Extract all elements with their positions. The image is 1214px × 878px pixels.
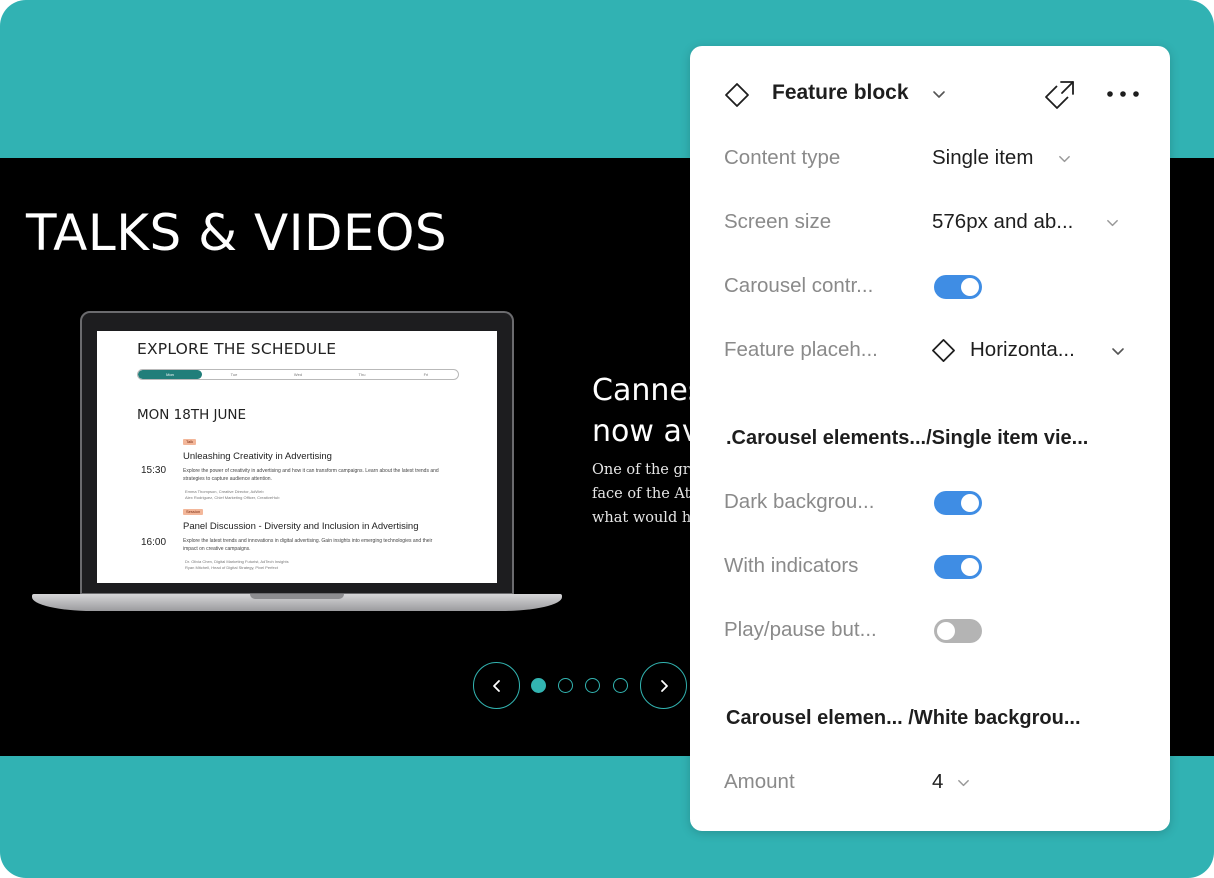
screen-size-select[interactable]: 576px and ab... <box>932 210 1073 234</box>
swap-instance-icon[interactable] <box>1044 79 1076 111</box>
diamond-icon <box>725 83 749 107</box>
session-tag: Talk <box>183 439 197 445</box>
tab-fri[interactable]: Fri <box>394 370 458 379</box>
laptop-screen: EXPLORE THE SCHEDULE Mon Tue Wed Thu Fri… <box>97 331 497 583</box>
play-pause-toggle[interactable] <box>934 619 982 643</box>
tab-tue[interactable]: Tue <box>202 370 266 379</box>
carousel-indicator-1[interactable] <box>531 678 546 693</box>
carousel-indicator-4[interactable] <box>613 678 628 693</box>
carousel-indicator-3[interactable] <box>585 678 600 693</box>
carousel-next-button[interactable] <box>640 662 687 709</box>
session-description: Explore the latest trends and innovation… <box>183 538 433 552</box>
session-speaker: Ryan Mitchell, Head of Digital Strategy,… <box>185 565 278 570</box>
schedule-title: EXPLORE THE SCHEDULE <box>137 340 337 358</box>
session-speaker: Alex Rodriguez, Chief Marketing Officer,… <box>185 495 280 500</box>
banner-title: TALKS & VIDEOS <box>26 204 448 262</box>
chevron-left-icon <box>492 679 500 692</box>
play-pause-label: Play/pause but... <box>724 618 877 641</box>
toggle-knob <box>937 622 955 640</box>
with-indicators-toggle[interactable] <box>934 555 982 579</box>
headline-line: now av <box>592 414 700 449</box>
with-indicators-label: With indicators <box>724 554 859 577</box>
carousel-prev-button[interactable] <box>473 662 520 709</box>
section-title: .Carousel elements.../Single item vie... <box>726 427 1089 449</box>
feature-placeholder-select[interactable]: Horizonta... <box>970 338 1075 362</box>
canvas-background: TALKS & VIDEOS EXPLORE THE SCHEDULE Mon … <box>0 0 1214 878</box>
tab-wed[interactable]: Wed <box>266 370 330 379</box>
feature-blurb: One of the gre face of the Atl what woul… <box>592 458 692 530</box>
more-horizontal-icon[interactable] <box>1106 90 1140 98</box>
screen-size-label: Screen size <box>724 210 832 233</box>
dark-background-toggle[interactable] <box>934 491 982 515</box>
dark-background-label: Dark backgrou... <box>724 490 875 513</box>
properties-panel: Feature block Content type Single item S… <box>690 46 1170 831</box>
chevron-down-icon[interactable] <box>932 88 946 102</box>
carousel-controls-label: Carousel contr... <box>724 274 874 297</box>
session-title: Unleashing Creativity in Advertising <box>183 451 332 462</box>
session-time: 15:30 <box>141 465 167 476</box>
chevron-down-icon[interactable] <box>957 777 970 790</box>
tab-thu[interactable]: Thu <box>330 370 394 379</box>
headline-line: Cannes <box>592 373 702 408</box>
laptop-notch <box>250 594 344 599</box>
amount-label: Amount <box>724 770 795 793</box>
schedule-day-tabs: Mon Tue Wed Thu Fri <box>137 369 459 380</box>
chevron-down-icon[interactable] <box>1106 217 1119 230</box>
carousel-indicator-2[interactable] <box>558 678 573 693</box>
session-description: Explore the power of creativity in adver… <box>183 468 439 482</box>
session-title: Panel Discussion - Diversity and Inclusi… <box>183 521 419 532</box>
toggle-knob <box>961 278 979 296</box>
session-time: 16:00 <box>141 537 167 548</box>
blurb-line: face of the Atl <box>592 486 692 502</box>
toggle-knob <box>961 494 979 512</box>
blurb-line: One of the gre <box>592 462 692 478</box>
feature-headline: Cannes now av <box>592 370 702 452</box>
section-title: Carousel elemen... /White backgrou... <box>726 707 1081 729</box>
diamond-icon <box>932 339 955 362</box>
schedule-day-heading: MON 18TH JUNE <box>137 407 247 423</box>
chevron-down-icon[interactable] <box>1111 345 1125 359</box>
tab-mon[interactable]: Mon <box>138 370 202 379</box>
content-type-label: Content type <box>724 146 841 169</box>
content-type-select[interactable]: Single item <box>932 146 1033 170</box>
session-tag: Session <box>183 509 204 515</box>
toggle-knob <box>961 558 979 576</box>
carousel-controls-toggle[interactable] <box>934 275 982 299</box>
chevron-down-icon[interactable] <box>1058 153 1071 166</box>
blurb-line: what would he <box>592 510 692 526</box>
feature-placeholder-label: Feature placeh... <box>724 338 878 361</box>
amount-select[interactable]: 4 <box>932 770 943 794</box>
chevron-right-icon <box>660 679 668 692</box>
component-name[interactable]: Feature block <box>772 81 909 105</box>
